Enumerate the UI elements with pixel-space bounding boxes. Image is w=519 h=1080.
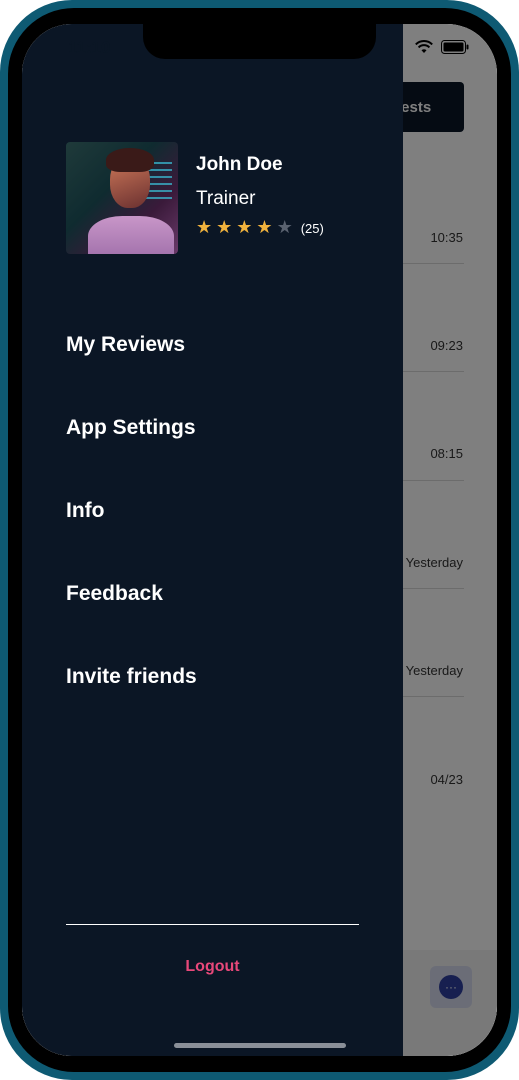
star-icon: ★ [256, 217, 273, 237]
profile-role: Trainer [196, 188, 256, 209]
rating: ★ ★ ★ ★ ★ (25) [196, 218, 324, 238]
drawer-menu: My Reviews App Settings Info Feedback In… [66, 322, 197, 737]
profile-info: John Doe Trainer ★ ★ ★ ★ ★ (25) [196, 142, 324, 254]
logout-button[interactable]: Logout [66, 958, 359, 976]
star-icon: ★ [216, 217, 233, 237]
rating-count: (25) [300, 220, 324, 236]
menu-item-app-settings[interactable]: App Settings [66, 405, 197, 488]
star-icon: ★ [236, 217, 253, 237]
status-time: 11:10 [68, 38, 111, 57]
profile-name: John Doe [196, 154, 283, 175]
profile-header: John Doe Trainer ★ ★ ★ ★ ★ (25) [66, 142, 324, 254]
star-icon: ★ [196, 217, 213, 237]
star-icon: ★ [276, 217, 293, 237]
avatar [66, 142, 178, 254]
rating-stars: ★ ★ ★ ★ ★ [196, 218, 297, 238]
notch [143, 24, 376, 59]
menu-item-feedback[interactable]: Feedback [66, 571, 197, 654]
menu-item-invite-friends[interactable]: Invite friends [66, 654, 197, 737]
menu-item-info[interactable]: Info [66, 488, 197, 571]
menu-item-my-reviews[interactable]: My Reviews [66, 322, 197, 405]
side-drawer: 11:10 John Doe Trainer ★ ★ ★ ★ ★ (25) My Rev… [22, 24, 403, 1056]
home-indicator[interactable] [174, 1043, 346, 1048]
divider [66, 924, 359, 925]
screen: uests 10:35 09:23 08:15 Yesterday Yester… [22, 24, 497, 1056]
